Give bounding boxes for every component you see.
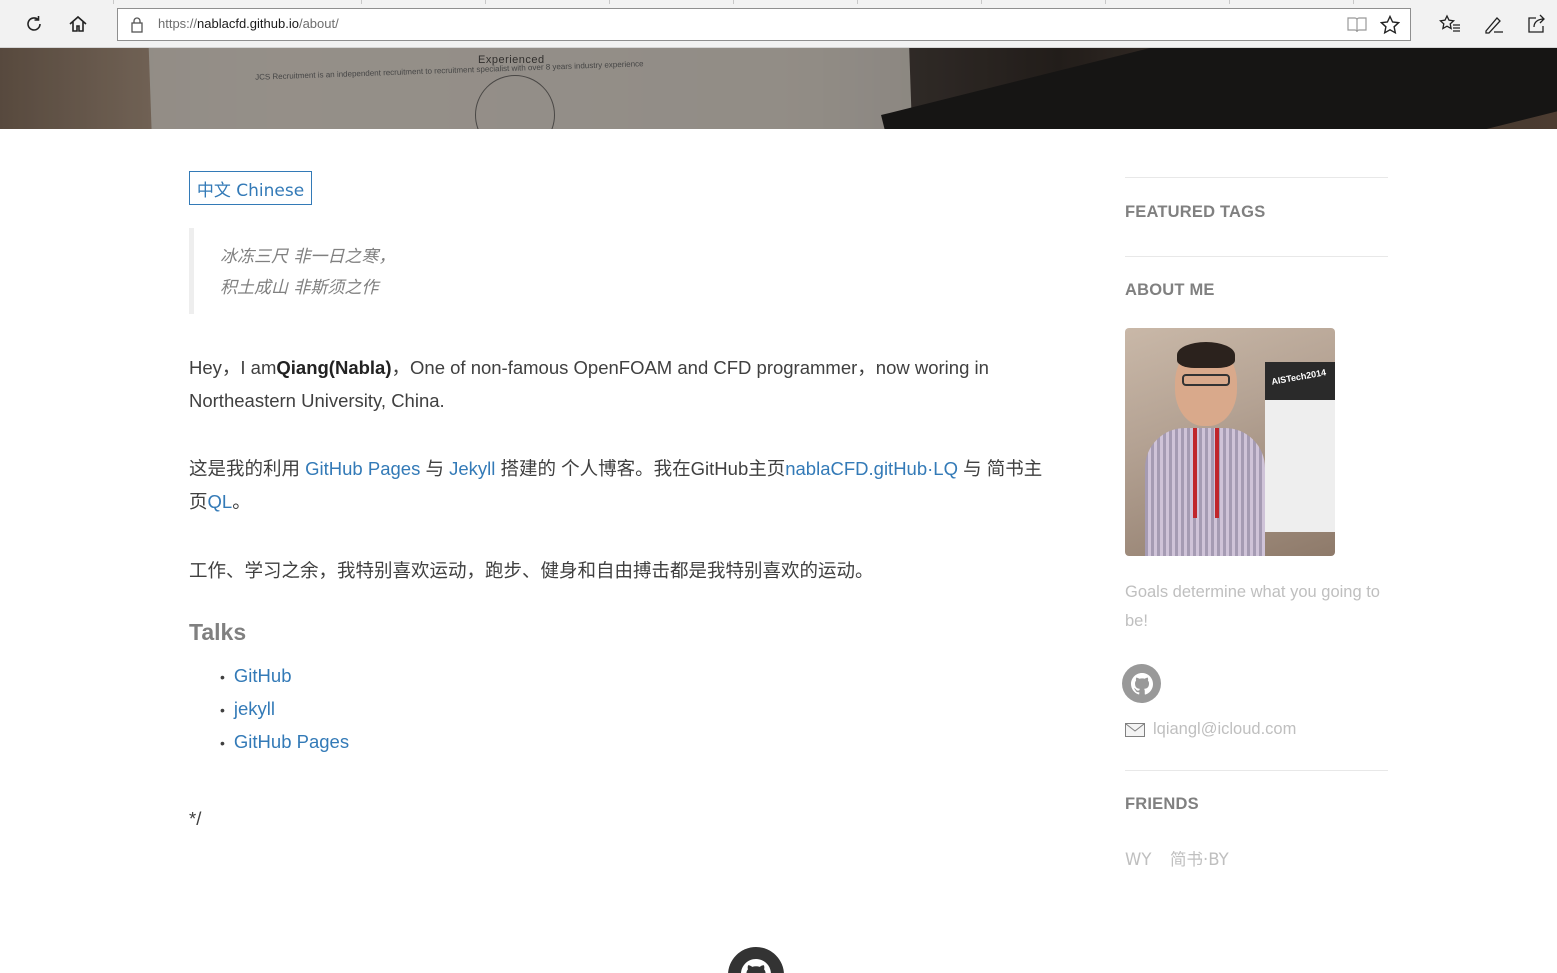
- address-bar[interactable]: https://nablacfd.github.io/about/: [117, 8, 1411, 41]
- about-me-motto: Goals determine what you going to be!: [1125, 583, 1380, 630]
- github-pages-link[interactable]: GitHub Pages: [305, 458, 420, 479]
- friend-link-wy[interactable]: WY: [1125, 850, 1151, 869]
- github-icon[interactable]: [1122, 664, 1161, 703]
- list-item: GitHub: [220, 659, 349, 692]
- talk-link-github[interactable]: GitHub: [234, 665, 292, 686]
- url-text[interactable]: https://nablacfd.github.io/about/: [158, 16, 339, 31]
- envelope-icon: [1125, 722, 1145, 737]
- favorites-list-icon[interactable]: [1436, 10, 1464, 38]
- talk-link-github-pages[interactable]: GitHub Pages: [234, 731, 349, 752]
- divider: [1125, 770, 1388, 771]
- tab-strip: [0, 0, 1557, 4]
- friends-links: WY 简书·BY: [1125, 846, 1243, 870]
- banner-overlay: [0, 48, 1557, 129]
- pen-notes-icon[interactable]: [1480, 10, 1508, 38]
- about-me-heading: ABOUT ME: [1125, 281, 1215, 299]
- person-glasses: [1182, 374, 1230, 386]
- blog-text: 。: [232, 491, 251, 512]
- avatar-photo: AISTech2014: [1125, 328, 1335, 556]
- intro-text: Hey，I am: [189, 357, 277, 378]
- talk-link-jekyll[interactable]: jekyll: [234, 698, 275, 719]
- header-banner: Experienced JCS Recruitment is an indepe…: [0, 48, 1557, 129]
- person-hair: [1177, 342, 1235, 368]
- browser-toolbar: https://nablacfd.github.io/about/: [0, 0, 1557, 48]
- author-name: Qiang(Nabla): [276, 357, 392, 378]
- lock-icon: [130, 16, 144, 38]
- featured-tags-heading: FEATURED TAGS: [1125, 203, 1266, 221]
- talks-heading: Talks: [189, 619, 247, 645]
- closing-comment: */: [189, 808, 202, 829]
- blockquote: 冰冻三尺 非一日之寒， 积土成山 非斯须之作: [189, 228, 1029, 314]
- email-address[interactable]: lqiangl@icloud.com: [1153, 720, 1296, 739]
- quote-line-2: 积土成山 非斯须之作: [220, 278, 379, 298]
- list-item: GitHub Pages: [220, 725, 349, 758]
- reading-view-icon[interactable]: [1346, 16, 1368, 39]
- jekyll-link[interactable]: Jekyll: [449, 458, 495, 479]
- friend-link-jianshu-by[interactable]: 简书·BY: [1170, 850, 1229, 869]
- intro-paragraph: Hey，I amQiang(Nabla)，One of non-famous O…: [189, 351, 1049, 417]
- talks-list: GitHub jekyll GitHub Pages: [220, 659, 349, 758]
- person-lanyard: [1193, 428, 1219, 518]
- blog-text: 与: [420, 458, 450, 479]
- jianshu-link[interactable]: QL: [208, 491, 233, 512]
- divider: [1125, 177, 1388, 178]
- quote-line-1: 冰冻三尺 非一日之寒，: [220, 247, 396, 267]
- email-link[interactable]: lqiangl@icloud.com: [1125, 720, 1296, 739]
- blog-text: 这是我的利用: [189, 458, 306, 479]
- share-icon[interactable]: [1523, 10, 1551, 38]
- list-item: jekyll: [220, 692, 349, 725]
- footer-github-icon[interactable]: [728, 947, 784, 973]
- refresh-icon[interactable]: [20, 10, 48, 38]
- blog-paragraph: 这是我的利用 GitHub Pages 与 Jekyll 搭建的 个人博客。我在…: [189, 452, 1049, 518]
- blog-text: 搭建的 个人博客。我在GitHub主页: [495, 458, 786, 479]
- friends-heading: FRIENDS: [1125, 795, 1199, 813]
- home-icon[interactable]: [64, 10, 92, 38]
- language-toggle-button[interactable]: 中文 Chinese: [189, 171, 312, 205]
- favorite-star-icon[interactable]: [1379, 14, 1401, 40]
- github-home-link[interactable]: nablaCFD.gitHub·LQ: [785, 458, 958, 479]
- divider: [1125, 256, 1388, 257]
- hobby-paragraph: 工作、学习之余，我特别喜欢运动，跑步、健身和自由搏击都是我特别喜欢的运动。: [189, 560, 874, 581]
